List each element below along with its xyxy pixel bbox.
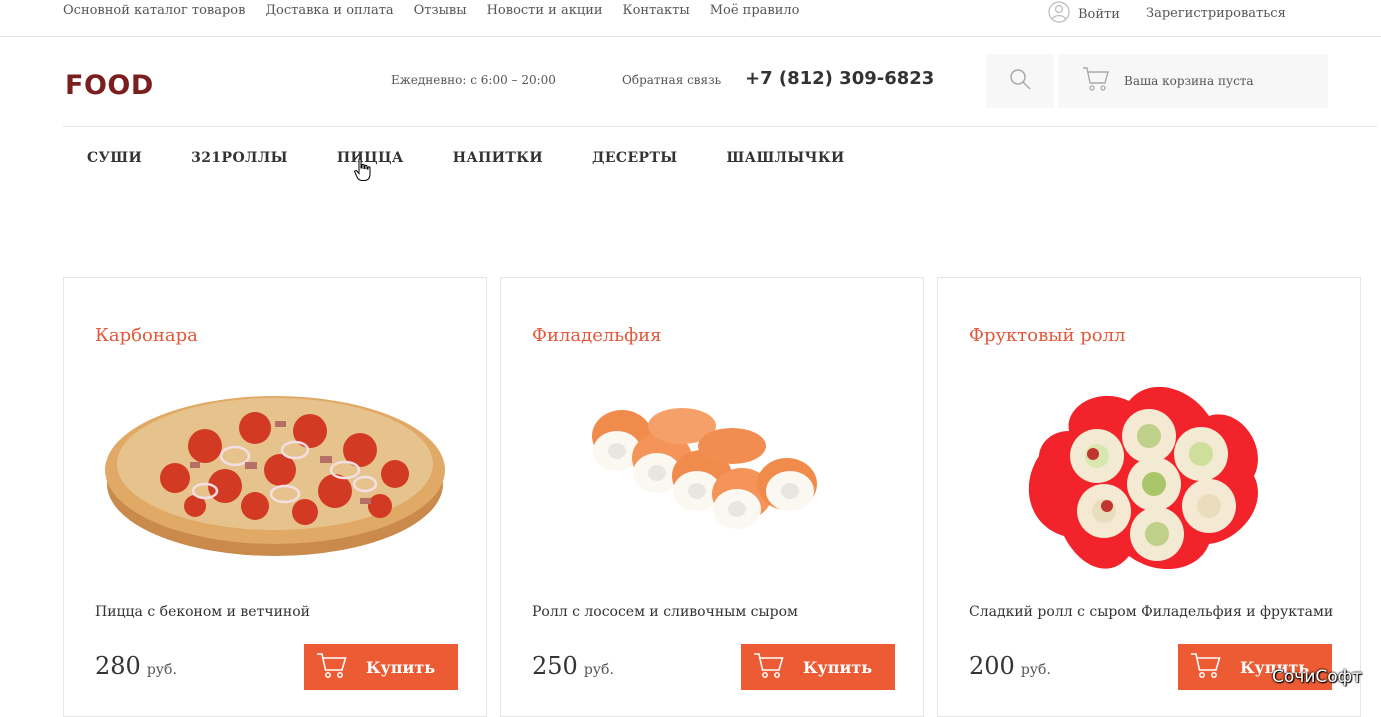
feedback-link[interactable]: Обратная связь <box>622 73 721 87</box>
product-description: Сладкий ролл с сыром Филадельфия и фрукт… <box>969 604 1334 620</box>
watermark: СочиСофт <box>1272 667 1363 687</box>
cart-icon <box>1190 651 1222 683</box>
product-price: 280 руб. <box>95 652 177 680</box>
nav-item-drinks[interactable]: НАПИТКИ <box>453 150 543 166</box>
user-icon <box>1048 1 1070 27</box>
buy-label: Купить <box>366 657 436 677</box>
category-nav: СУШИ 321РОЛЛЫ ПИЦЦА НАПИТКИ ДЕСЕРТЫ ШАШЛ… <box>87 150 894 166</box>
price-currency: руб. <box>583 662 614 678</box>
product-price: 200 руб. <box>969 652 1051 680</box>
product-image-salmon-rolls[interactable] <box>532 366 894 581</box>
top-link-catalog[interactable]: Основной каталог товаров <box>63 3 245 18</box>
top-link-delivery[interactable]: Доставка и оплата <box>265 3 393 18</box>
cart-widget[interactable]: Ваша корзина пуста <box>1058 54 1328 108</box>
product-image-fruit-rolls[interactable] <box>969 366 1331 581</box>
price-value: 280 <box>95 652 141 680</box>
top-link-contacts[interactable]: Контакты <box>623 3 690 18</box>
product-description: Пицца с беконом и ветчиной <box>95 604 310 620</box>
top-link-reviews[interactable]: Отзывы <box>414 3 467 18</box>
logo[interactable]: FOOD <box>65 70 154 101</box>
register-link[interactable]: Зарегистрироваться <box>1146 6 1286 21</box>
phone-number: +7 (812) 309-6823 <box>745 68 935 89</box>
buy-button[interactable]: Купить <box>304 644 458 690</box>
header-divider <box>63 126 1377 127</box>
price-value: 200 <box>969 652 1015 680</box>
top-link-rule[interactable]: Моё правило <box>710 3 800 18</box>
top-links: Основной каталог товаров Доставка и опла… <box>63 3 820 18</box>
product-card: Фруктовый ролл Сладкий ролл с сыром Фила… <box>937 277 1361 717</box>
price-currency: руб. <box>146 662 177 678</box>
login-label: Войти <box>1078 6 1120 22</box>
nav-item-sushi[interactable]: СУШИ <box>87 150 142 166</box>
nav-item-rolls[interactable]: 321РОЛЛЫ <box>191 150 288 166</box>
top-bar: Основной каталог товаров Доставка и опла… <box>0 0 1381 37</box>
nav-item-shashlik[interactable]: ШАШЛЫЧКИ <box>727 150 845 166</box>
cart-icon <box>753 651 785 683</box>
product-price: 250 руб. <box>532 652 614 680</box>
cart-status: Ваша корзина пуста <box>1124 74 1254 88</box>
cart-icon <box>1082 66 1110 96</box>
price-value: 250 <box>532 652 578 680</box>
product-title[interactable]: Карбонара <box>95 325 198 346</box>
product-title[interactable]: Филадельфия <box>532 325 662 346</box>
product-image-pizza[interactable] <box>95 366 457 581</box>
buy-label: Купить <box>803 657 873 677</box>
search-icon <box>1008 67 1032 95</box>
price-currency: руб. <box>1020 662 1051 678</box>
working-hours: Ежедневно: с 6:00 – 20:00 <box>391 73 556 87</box>
buy-button[interactable]: Купить <box>741 644 895 690</box>
nav-item-desserts[interactable]: ДЕСЕРТЫ <box>592 150 678 166</box>
top-link-news[interactable]: Новости и акции <box>487 3 603 18</box>
hand-cursor-icon <box>354 158 372 186</box>
product-card: Филадельфия Ролл с лососем и сливочным с… <box>500 277 924 717</box>
search-button[interactable] <box>986 54 1054 108</box>
product-description: Ролл с лососем и сливочным сыром <box>532 604 798 620</box>
login-link[interactable]: Войти <box>1048 1 1120 27</box>
cart-icon <box>316 651 348 683</box>
product-title[interactable]: Фруктовый ролл <box>969 325 1126 346</box>
product-card: Карбонара Пицца с беконом и ветчиной 280… <box>63 277 487 717</box>
